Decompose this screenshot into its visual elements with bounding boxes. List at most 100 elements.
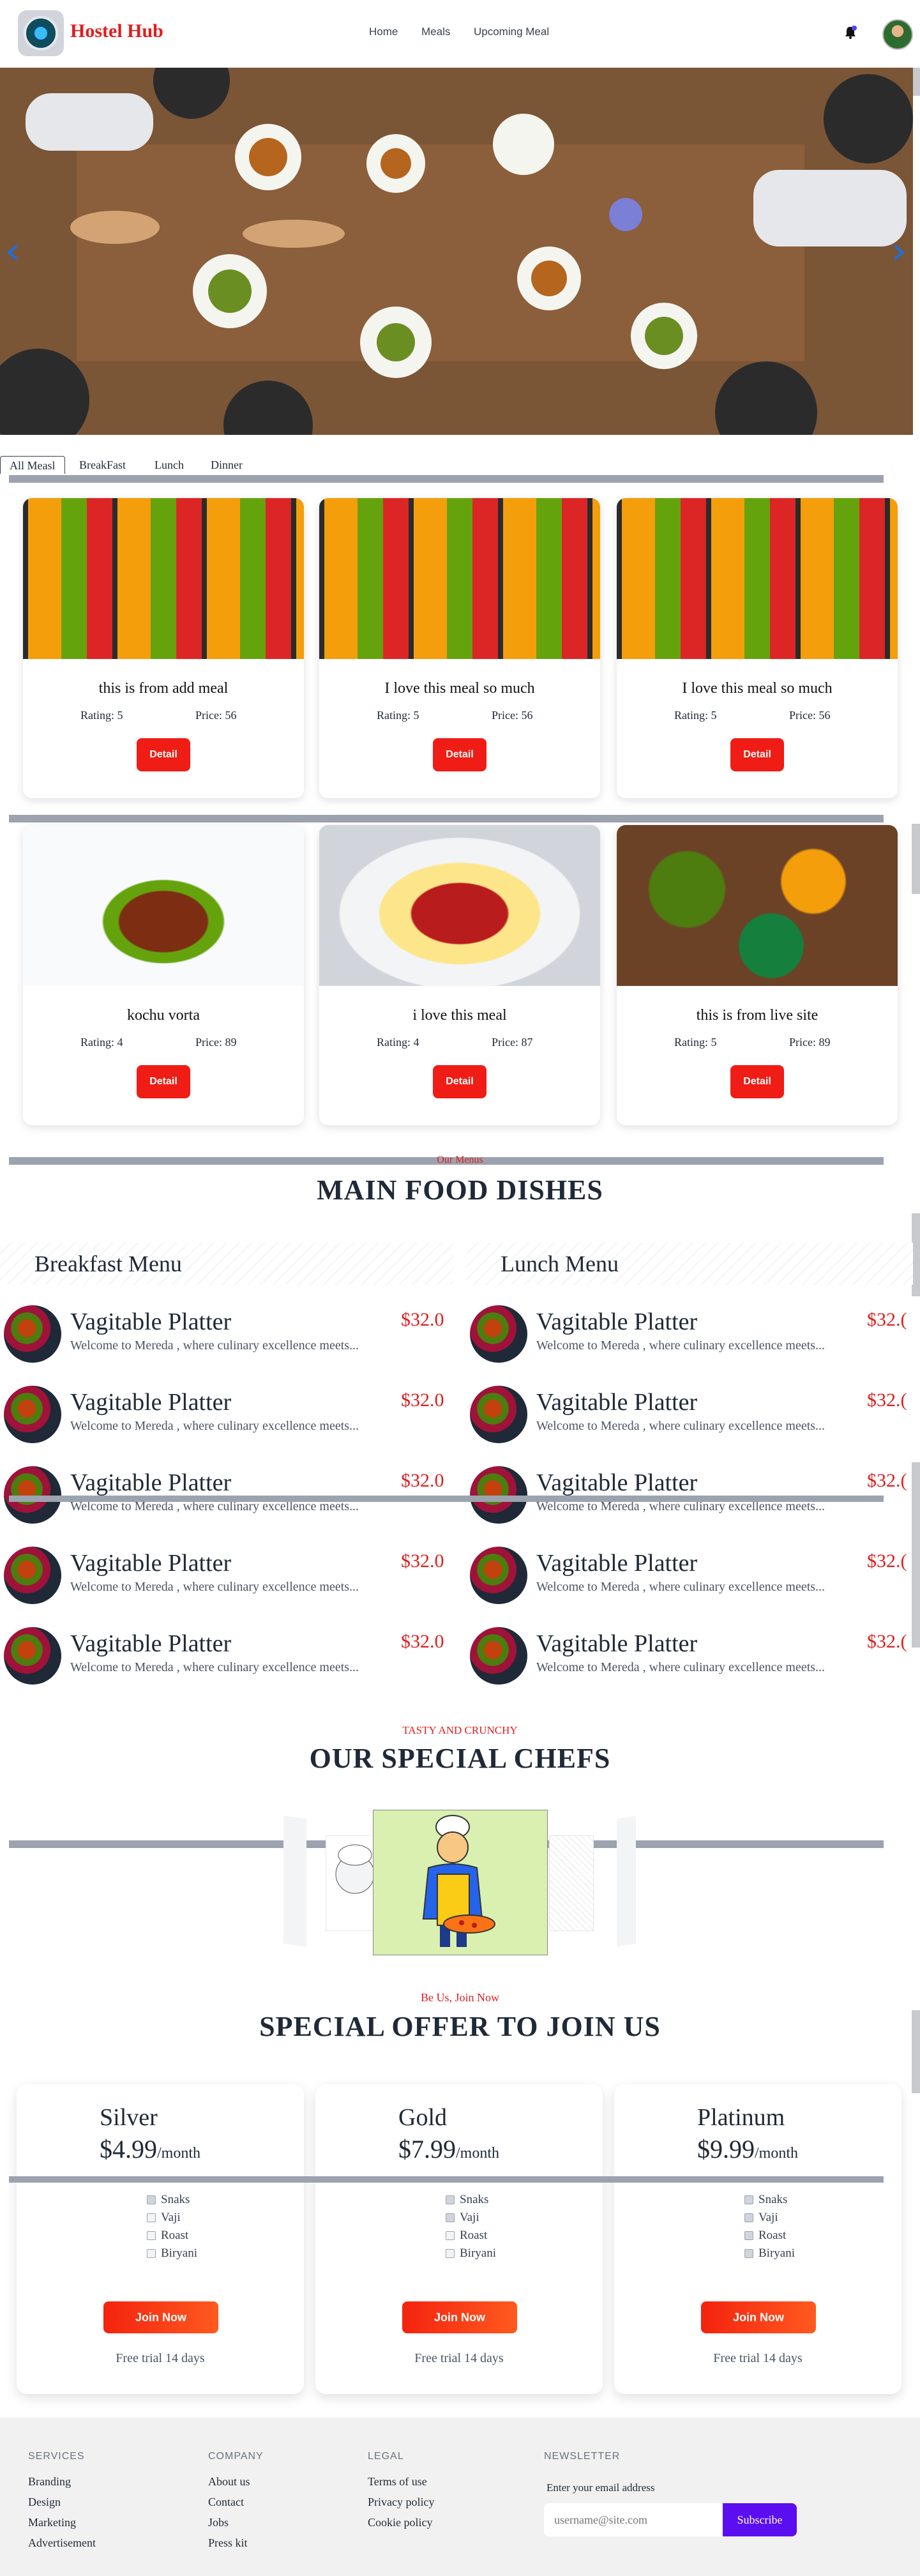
cards-vertical-scrollbar[interactable] — [912, 824, 920, 894]
footer-newsletter-title: NEWSLETTER — [544, 2451, 621, 2462]
chef-illustration[interactable] — [373, 1810, 548, 1955]
dish-price: $32.( — [867, 1550, 907, 1572]
footer-link-advertisement[interactable]: Advertisement — [28, 2536, 96, 2550]
footer-link-press-kit[interactable]: Press kit — [208, 2536, 248, 2550]
meals-horizontal-scrollbar-2[interactable] — [9, 815, 884, 822]
dish-name: Vagitable Platter — [536, 1308, 698, 1335]
menu-item[interactable]: Vagitable Platter Welcome to Mereda , whe… — [466, 1542, 913, 1612]
dish-price: $32.( — [867, 1309, 907, 1330]
join-now-button[interactable]: Join Now — [402, 2301, 517, 2333]
nav-home-link[interactable]: Home — [369, 26, 398, 38]
plan-price-amount: $4.99 — [100, 2135, 157, 2163]
join-now-button[interactable]: Join Now — [701, 2301, 816, 2333]
feature-checkbox[interactable] — [744, 2231, 753, 2240]
meal-card: I love this meal so much Rating: 5 Price… — [319, 498, 600, 798]
feature-label: Biryani — [460, 2246, 496, 2260]
dish-thumbnail — [470, 1627, 527, 1685]
menu-right-scrollbar[interactable] — [912, 1462, 920, 1648]
detail-button[interactable]: Detail — [433, 1065, 486, 1098]
feature-checkbox[interactable] — [147, 2231, 156, 2240]
offer-vertical-scrollbar[interactable] — [912, 2010, 920, 2093]
dish-price: $32.0 — [401, 1470, 444, 1491]
menu-item[interactable]: Vagitable Platter Welcome to Mereda , whe… — [466, 1300, 913, 1370]
plan-price: $7.99/month — [398, 2134, 499, 2164]
feature-checkbox[interactable] — [744, 2195, 753, 2204]
feature-checkbox[interactable] — [147, 2249, 156, 2258]
detail-button[interactable]: Detail — [137, 738, 190, 771]
footer-link-design[interactable]: Design — [28, 2496, 61, 2509]
footer-link-marketing[interactable]: Marketing — [28, 2516, 76, 2529]
tab-lunch[interactable]: Lunch — [146, 456, 193, 474]
chef-slide-left[interactable] — [283, 1815, 306, 1947]
offer-eyebrow: Be Us, Join Now — [420, 1991, 499, 2004]
meal-rating: Rating: 4 — [80, 1036, 123, 1049]
tab-breakfast[interactable]: BreakFast — [70, 456, 135, 474]
feature-label: Roast — [161, 2229, 189, 2242]
subscribe-button[interactable]: Subscribe — [723, 2503, 797, 2536]
dish-thumbnail — [4, 1547, 61, 1604]
feature-checkbox[interactable] — [446, 2213, 455, 2222]
dish-name: Vagitable Platter — [70, 1630, 232, 1657]
dish-name: Vagitable Platter — [536, 1469, 698, 1496]
meals-horizontal-scrollbar[interactable] — [9, 475, 884, 483]
feature-checkbox[interactable] — [446, 2249, 455, 2258]
footer-link-terms[interactable]: Terms of use — [368, 2475, 427, 2489]
plan-price: $9.99/month — [697, 2134, 798, 2164]
menu-item[interactable]: Vagitable Platter Welcome to Mereda , whe… — [0, 1542, 453, 1612]
footer-link-contact[interactable]: Contact — [208, 2496, 244, 2509]
hostel-logo[interactable] — [18, 10, 64, 56]
menu-horizontal-scrollbar[interactable] — [9, 1496, 884, 1502]
detail-button[interactable]: Detail — [137, 1065, 190, 1098]
footer-services-title: SERVICES — [28, 2451, 85, 2462]
feature-checkbox[interactable] — [744, 2213, 753, 2222]
detail-button[interactable]: Detail — [730, 1065, 784, 1098]
dish-description: Welcome to Mereda , where culinary excel… — [70, 1580, 359, 1594]
dish-price: $32.0 — [401, 1309, 444, 1330]
tab-dinner[interactable]: Dinner — [202, 456, 252, 474]
free-trial-note: Free trial 14 days — [713, 2351, 803, 2365]
chef-slide-next[interactable] — [549, 1835, 594, 1931]
hero-next-arrow-icon[interactable]: › — [891, 229, 907, 273]
footer-link-branding[interactable]: Branding — [28, 2475, 71, 2489]
footer-link-about[interactable]: About us — [208, 2475, 250, 2489]
footer-link-jobs[interactable]: Jobs — [208, 2516, 229, 2529]
feature-checkbox[interactable] — [147, 2213, 156, 2222]
feature-label: Snaks — [161, 2193, 190, 2206]
meal-title: I love this meal so much — [682, 680, 833, 697]
user-avatar[interactable] — [882, 19, 913, 50]
menu-item[interactable]: Vagitable Platter Welcome to Mereda , whe… — [0, 1622, 453, 1692]
dish-thumbnail — [470, 1466, 527, 1524]
plan-price-amount: $9.99 — [697, 2135, 755, 2163]
newsletter-email-input[interactable] — [544, 2503, 723, 2536]
tab-all-meals[interactable]: All Measl — [0, 456, 65, 474]
brand-name[interactable]: Hostel Hub — [70, 20, 163, 42]
nav-meals-link[interactable]: Meals — [421, 26, 450, 38]
dish-description: Welcome to Mereda , where culinary excel… — [536, 1338, 826, 1352]
join-now-button[interactable]: Join Now — [103, 2301, 218, 2333]
meal-card: kochu vorta Rating: 4 Price: 89 Detail — [23, 825, 304, 1125]
meal-title: kochu vorta — [127, 1007, 200, 1024]
hero-prev-arrow-icon[interactable]: ‹ — [5, 229, 20, 273]
footer-link-privacy[interactable]: Privacy policy — [368, 2496, 434, 2509]
newsletter-label: Enter your email address — [547, 2481, 655, 2494]
feature-checkbox[interactable] — [446, 2231, 455, 2240]
feature-checkbox[interactable] — [147, 2195, 156, 2204]
dish-name: Vagitable Platter — [70, 1308, 232, 1335]
feature-checkbox[interactable] — [744, 2249, 753, 2258]
menu-item[interactable]: Vagitable Platter Welcome to Mereda , whe… — [0, 1300, 453, 1370]
meal-image — [23, 825, 304, 986]
footer-link-cookie[interactable]: Cookie policy — [368, 2516, 433, 2529]
nav-upcoming-meal-link[interactable]: Upcoming Meal — [474, 26, 549, 38]
feature-checkbox[interactable] — [446, 2195, 455, 2204]
meal-card: this is from live site Rating: 5 Price: … — [617, 825, 898, 1125]
detail-button[interactable]: Detail — [730, 738, 784, 771]
menu-item[interactable]: Vagitable Platter Welcome to Mereda , whe… — [0, 1381, 453, 1451]
chef-slide-right[interactable] — [617, 1815, 636, 1947]
offer-horizontal-scrollbar[interactable] — [9, 2176, 884, 2183]
detail-button[interactable]: Detail — [433, 738, 486, 771]
meal-title: this is from live site — [696, 1007, 818, 1024]
menu-item[interactable]: Vagitable Platter Welcome to Mereda , whe… — [466, 1622, 913, 1692]
dish-thumbnail — [4, 1627, 61, 1685]
menu-item[interactable]: Vagitable Platter Welcome to Mereda , whe… — [466, 1381, 913, 1451]
notification-bell-icon[interactable] — [844, 26, 857, 40]
